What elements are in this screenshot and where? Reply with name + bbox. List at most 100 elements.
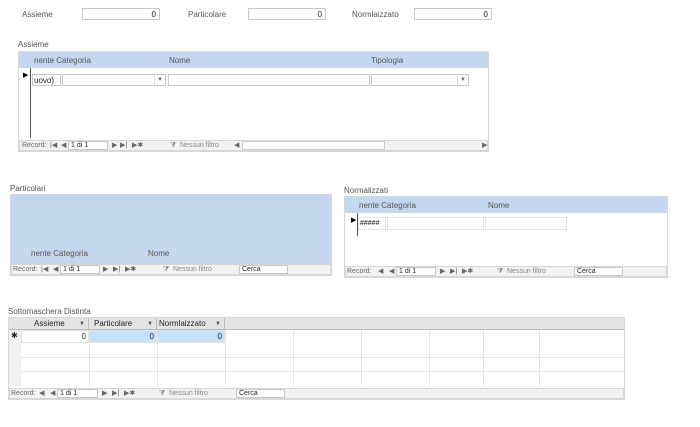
distinta-header-row: Assieme ▼ Particolare ▼ Normlaizzato ▼ [9,318,624,330]
distinta-particolare-cell[interactable]: 0 [89,330,157,343]
prev-record-icon[interactable]: ◀ [39,389,44,399]
filter-icon: ⧩ [163,266,170,273]
search-input[interactable]: Cerca [236,389,285,398]
horizontal-scrollbar[interactable] [242,141,385,150]
chevron-down-icon[interactable]: ▼ [154,75,165,85]
next-record-icon[interactable]: ▶ [102,389,107,399]
filter-status[interactable]: Nessun filtro [180,141,219,151]
assieme-col-nome[interactable]: Nome [169,56,190,65]
particolare-field[interactable]: 0 [248,8,326,20]
current-record-arrow-icon[interactable]: ▶ [23,71,28,79]
last-record-icon[interactable]: ▶| [120,141,127,151]
assieme-field[interactable]: 0 [82,8,160,20]
distinta-datasheet: Assieme ▼ Particolare ▼ Normlaizzato ▼ ✱… [8,317,625,400]
record-position-input[interactable]: 1 di 1 [57,389,98,398]
chevron-down-icon[interactable]: ▼ [147,318,153,330]
distinta-normalizzato-cell[interactable]: 0 [157,330,225,343]
normalizzati-col-nome[interactable]: Nome [488,201,509,210]
normalizzati-categoria-field[interactable] [387,217,484,230]
assieme-id-value: uovo) [34,76,55,85]
record-position-input[interactable]: 1 di 1 [60,265,100,274]
prev-record-icon[interactable]: ◀ [61,141,66,151]
last-record-icon[interactable]: ▶| [113,265,120,275]
normalizzati-record-nav: Record: ◀ ◀ 1 di 1 ▶ ▶| ▶✱ ⧩ Nessun filt… [345,266,667,277]
assieme-categoria-combo[interactable]: ▼ [62,74,166,86]
distinta-col-particolare[interactable]: Particolare ▼ [89,318,157,330]
particolari-col-nome[interactable]: Nome [148,249,169,258]
distinta-subform-title: Sottomaschera Distinta [8,307,91,316]
grid-divider [483,330,484,386]
distinta-record-nav: Record: ◀ ◀ 1 di 1 ▶ ▶| ▶✱ ⧩ Nessun filt… [9,388,624,399]
filter-icon: ⧩ [159,390,166,397]
first-record-icon[interactable]: |◀ [41,265,48,275]
record-label: Record: [13,266,38,273]
normalizzati-subform: nente Categoria Nome ▶ ##### Record: ◀ ◀… [344,196,668,278]
assieme-header-bar: nente Categoria Nome Tipologia [19,52,488,68]
new-record-icon[interactable]: ▶✱ [132,141,143,151]
chevron-down-icon[interactable]: ▼ [215,318,221,330]
distinta-col-assieme[interactable]: Assieme ▼ [21,318,89,330]
assieme-nome-field[interactable] [168,74,370,86]
record-selector-line [30,68,31,138]
particolari-record-nav: Record: |◀ ◀ 1 di 1 ▶ ▶| ▶✱ ⧩ Nessun fil… [11,264,331,275]
first-record-icon[interactable]: |◀ [50,141,57,151]
distinta-col-normalizzato[interactable]: Normlaizzato ▼ [157,318,225,330]
next-record-icon[interactable]: ▶ [103,265,108,275]
particolari-subform: nente Categoria Nome Record: |◀ ◀ 1 di 1… [10,194,332,276]
assieme-subform: nente Categoria Nome Tipologia ▶ uovo) ▼… [18,51,489,152]
grid-divider [157,343,158,386]
grid-divider [21,371,624,372]
prev-record-icon[interactable]: ◀ [378,267,383,277]
new-record-icon[interactable]: ▶✱ [124,389,135,399]
first-record-icon[interactable]: ◀ [389,267,394,277]
prev-record-icon[interactable]: ◀ [53,265,58,275]
grid-divider [21,357,624,358]
first-record-icon[interactable]: ◀ [50,389,55,399]
normalizzati-nome-field[interactable] [485,217,567,230]
next-record-icon[interactable]: ▶ [112,141,117,151]
assieme-tipologia-combo[interactable]: ▼ [371,74,469,86]
chevron-down-icon[interactable]: ▼ [79,318,85,330]
normalizzati-col-categoria[interactable]: nente Categoria [359,201,416,210]
normalizzato-field[interactable]: 0 [414,8,492,20]
chevron-down-icon[interactable]: ▼ [457,75,468,85]
assieme-record-nav: Record: |◀ ◀ 1 di 1 ▶ ▶| ▶✱ ⧩ Nessun fil… [19,140,488,151]
filter-icon: ⧩ [497,268,504,275]
record-position-input[interactable]: 1 di 1 [68,141,108,150]
assieme-col-categoria[interactable]: nente Categoria [34,56,91,65]
grid-divider [225,330,226,386]
search-input[interactable]: Cerca [239,265,288,274]
scroll-left-icon[interactable]: ◀ [234,141,239,151]
assieme-subform-title: Assieme [18,40,49,49]
filter-status[interactable]: Nessun filtro [169,389,208,399]
normalizzato-field-label: Normlaizzato [352,10,399,19]
grid-divider [89,343,90,386]
assieme-field-label: Assieme [22,10,53,19]
last-record-icon[interactable]: ▶| [450,267,457,277]
grid-divider [539,330,540,386]
next-record-icon[interactable]: ▶ [440,267,445,277]
assieme-id-field[interactable]: uovo) [32,74,61,86]
filter-status[interactable]: Nessun filtro [507,267,546,277]
particolari-col-categoria[interactable]: nente Categoria [31,249,88,258]
last-record-icon[interactable]: ▶| [112,389,119,399]
search-input[interactable]: Cerca [574,267,623,276]
grid-divider [293,330,294,386]
record-label: Record: [22,142,47,149]
scroll-right-icon[interactable]: ▶ [482,141,487,151]
current-record-arrow-icon[interactable]: ▶ [351,216,356,224]
new-record-row-icon[interactable]: ✱ [11,331,18,340]
new-record-icon[interactable]: ▶✱ [462,267,473,277]
normalizzati-subform-title: Normalizzati [344,186,389,195]
particolare-field-label: Particolare [188,10,227,19]
record-label: Record: [11,390,36,397]
normalizzati-header-bar: nente Categoria Nome [345,197,667,213]
particolari-subform-title: Particolari [10,184,46,193]
record-position-input[interactable]: 1 di 1 [396,267,436,276]
distinta-assieme-cell[interactable]: 0 [21,330,89,343]
record-label: Record: [347,268,372,275]
filter-status[interactable]: Nessun filtro [173,265,212,275]
assieme-col-tipologia[interactable]: Tipologia [371,56,403,65]
new-record-icon[interactable]: ▶✱ [125,265,136,275]
normalizzati-id-field[interactable]: ##### [358,217,386,230]
